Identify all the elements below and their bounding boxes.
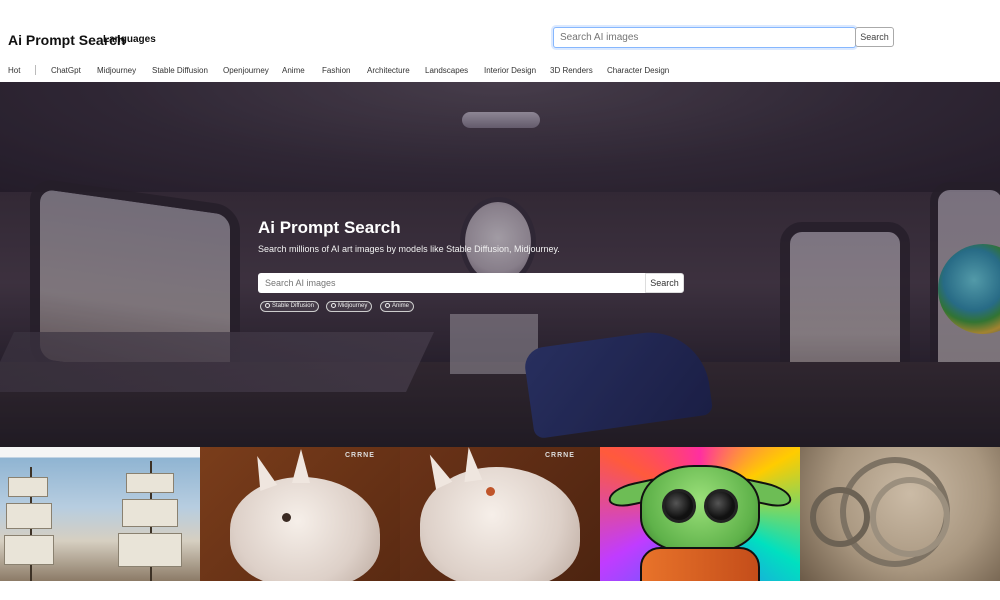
search-icon — [385, 303, 390, 308]
watermark-text: CRRNE — [345, 452, 375, 459]
ship-sail — [4, 535, 54, 565]
hero-banner: Ai Prompt Search Search millions of AI a… — [0, 82, 1000, 447]
chip-anime[interactable]: Anime — [380, 301, 415, 312]
gallery-image-white-creature-1[interactable]: CRRNE — [200, 447, 400, 581]
yoda-goggle — [662, 489, 696, 523]
nav-divider — [35, 65, 36, 75]
nav-item-architecture[interactable]: Architecture — [367, 66, 410, 75]
nav-item-3d-renders[interactable]: 3D Renders — [550, 66, 593, 75]
gallery-image-stone-dragon[interactable] — [800, 447, 1000, 581]
chip-midjourney[interactable]: Midjourney — [326, 301, 373, 312]
nav-item-hot[interactable]: Hot — [8, 66, 20, 75]
chip-label: Anime — [392, 303, 410, 309]
creature-body — [230, 477, 380, 581]
creature-horn — [292, 449, 310, 483]
search-icon — [331, 303, 336, 308]
hero-title: Ai Prompt Search — [258, 218, 401, 237]
ship-sail — [6, 503, 52, 529]
nav-item-chatgpt[interactable]: ChatGpt — [51, 66, 81, 75]
top-bar: Ai Prompt Search Languages Search — [0, 0, 1000, 62]
gallery-image-white-creature-2[interactable]: CRRNE — [400, 447, 600, 581]
creature-horn — [421, 450, 453, 490]
nav-item-midjourney[interactable]: Midjourney — [97, 66, 136, 75]
hero-search-input[interactable] — [258, 273, 647, 293]
gallery-image-sailing-ships[interactable] — [0, 447, 200, 581]
ship-sail — [118, 533, 182, 567]
watermark-text: CRRNE — [545, 452, 575, 459]
header-search-button[interactable]: Search — [855, 27, 894, 47]
nav-item-landscapes[interactable]: Landscapes — [425, 66, 468, 75]
nav-item-fashion[interactable]: Fashion — [322, 66, 350, 75]
nav-item-stable-diffusion[interactable]: Stable Diffusion — [152, 66, 208, 75]
yoda-robe — [640, 547, 760, 581]
yoda-head — [640, 465, 760, 553]
search-icon — [265, 303, 270, 308]
category-nav: Hot ChatGpt Midjourney Stable Diffusion … — [0, 62, 1000, 80]
hero-subtitle: Search millions of AI art images by mode… — [258, 244, 560, 254]
creature-horn — [248, 452, 278, 492]
hero-overlay — [0, 82, 1000, 447]
ship-sail — [8, 477, 48, 497]
creature-eye — [486, 487, 495, 496]
chip-stable-diffusion[interactable]: Stable Diffusion — [260, 301, 319, 312]
creature-eye — [282, 513, 291, 522]
chip-label: Midjourney — [338, 303, 368, 309]
nav-item-interior-design[interactable]: Interior Design — [484, 66, 536, 75]
dragon-coil — [870, 477, 950, 557]
ship-sail — [122, 499, 178, 527]
languages-menu[interactable]: Languages — [103, 34, 156, 45]
ship-sail — [126, 473, 174, 493]
hero-search-button[interactable]: Search — [645, 273, 684, 293]
dragon-head — [810, 487, 870, 547]
nav-item-openjourney[interactable]: Openjourney — [223, 66, 269, 75]
yoda-goggle — [704, 489, 738, 523]
nav-item-character-design[interactable]: Character Design — [607, 66, 669, 75]
header-search-input[interactable] — [553, 27, 856, 48]
gallery-image-psychedelic-yoda[interactable] — [600, 447, 800, 581]
chip-label: Stable Diffusion — [272, 303, 314, 309]
creature-horn — [459, 447, 483, 483]
nav-item-anime[interactable]: Anime — [282, 66, 305, 75]
